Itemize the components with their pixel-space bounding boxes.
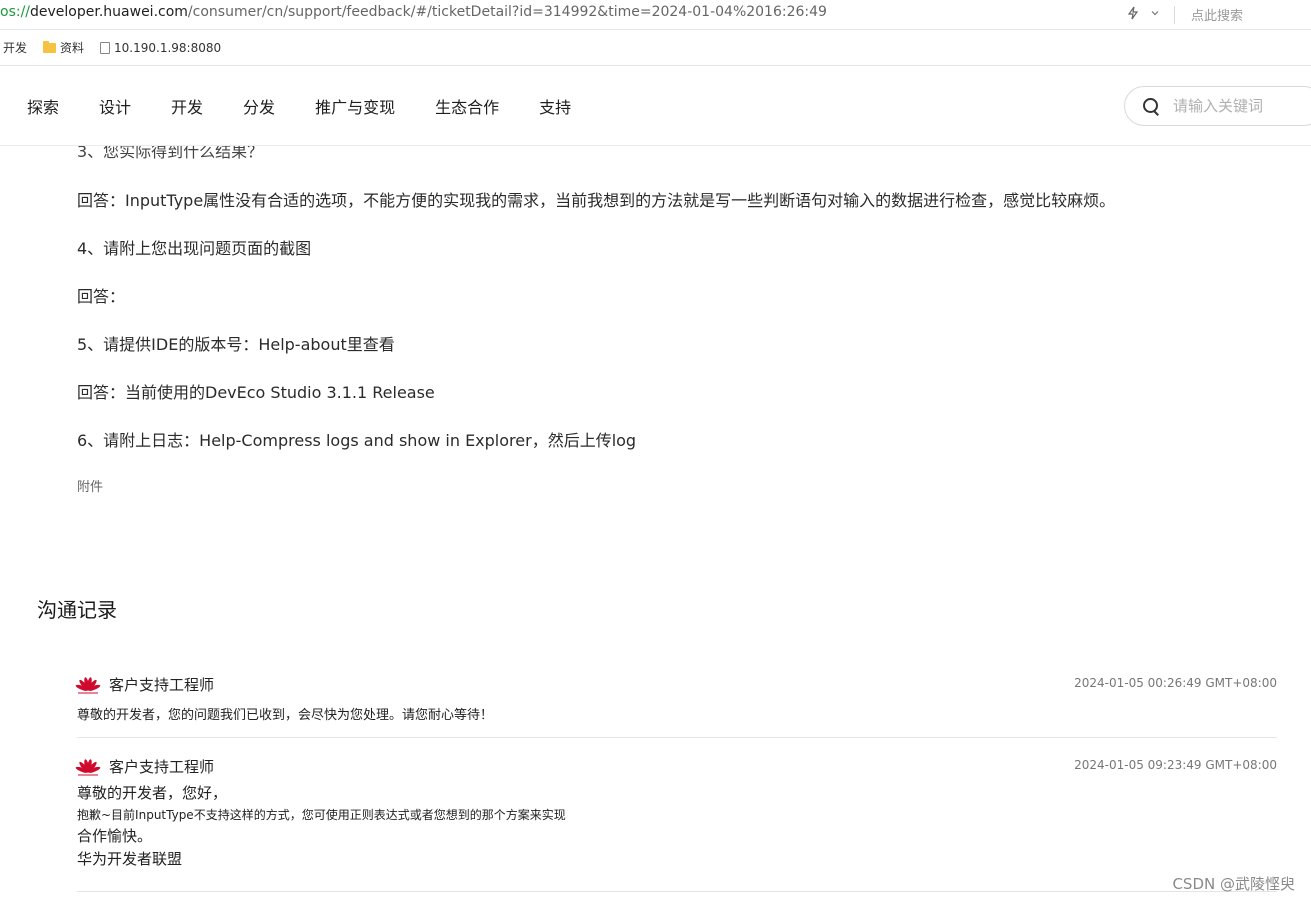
record-divider (77, 891, 1277, 892)
browser-url-bar[interactable]: os://developer.huawei.com/consumer/cn/su… (0, 0, 1311, 30)
record-message-line: 华为开发者联盟 (77, 850, 183, 868)
search-icon[interactable] (1143, 98, 1159, 114)
nav-item-ecosystem[interactable]: 生态合作 (435, 94, 499, 118)
communication-records-title: 沟通记录 (37, 598, 117, 622)
main-nav: 探索 设计 开发 分发 推广与变现 生态合作 支持 (27, 67, 611, 145)
search-input[interactable] (1173, 97, 1311, 115)
record-time: 2024-01-05 09:23:49 GMT+08:00 (1074, 758, 1277, 772)
question-3: 3、您实际得到什么结果？ (77, 146, 264, 161)
record-divider (77, 737, 1277, 738)
bookmark-ip[interactable]: 10.190.1.98:8080 (100, 41, 221, 55)
answer-5: 回答：当前使用的DevEco Studio 3.1.1 Release (77, 383, 435, 402)
url-path: /consumer/cn/support/feedback/#/ticketDe… (187, 4, 827, 20)
browser-search-label[interactable]: 点此搜索 (1191, 5, 1243, 24)
bookmark-ziliao[interactable]: 资料 (43, 39, 84, 56)
record-item: 客户支持工程师 2024-01-05 00:26:49 GMT+08:00 尊敬… (75, 672, 1277, 723)
chevron-down-icon[interactable] (1150, 7, 1160, 22)
lightning-icon[interactable] (1126, 6, 1140, 24)
question-4: 4、请附上您出现问题页面的截图 (77, 239, 312, 258)
url-bar-divider (1174, 5, 1175, 24)
answer-3: 回答：InputType属性没有合适的选项，不能方便的实现我的需求，当前我想到的… (77, 191, 1116, 210)
record-item: 客户支持工程师 2024-01-05 09:23:49 GMT+08:00 尊敬… (75, 754, 1277, 871)
bookmark-kaifa[interactable]: 开发 (3, 39, 27, 56)
record-message-line: 抱歉~目前InputType不支持这样的方式，您可使用正则表达式或者您想到的那个… (77, 808, 566, 822)
nav-item-distribute[interactable]: 分发 (243, 94, 275, 118)
record-message: 尊敬的开发者，您的问题我们已收到，会尽快为您处理。请您耐心等待！ (77, 708, 494, 723)
answer-4: 回答： (77, 287, 126, 306)
nav-item-develop[interactable]: 开发 (171, 94, 203, 118)
question-6: 6、请附上日志：Help-Compress logs and show in E… (77, 431, 637, 450)
url-scheme: os:// (0, 4, 31, 20)
folder-icon (43, 40, 57, 53)
bookmark-label: 10.190.1.98:8080 (114, 40, 222, 55)
ticket-content: 3、您实际得到什么结果？ 回答：InputType属性没有合适的选项，不能方便的… (0, 146, 1311, 902)
site-search-box[interactable] (1124, 86, 1311, 126)
bookmark-label: 开发 (3, 41, 28, 55)
record-message-line: 尊敬的开发者，您好， (77, 784, 228, 802)
nav-item-promote[interactable]: 推广与变现 (315, 94, 395, 118)
huawei-logo-icon (75, 674, 101, 694)
bookmark-label: 资料 (60, 41, 85, 55)
record-author: 客户支持工程师 (109, 757, 215, 776)
csdn-watermark: CSDN @武陵悭臾 (1172, 875, 1295, 893)
site-header: 探索 设计 开发 分发 推广与变现 生态合作 支持 (0, 67, 1311, 146)
question-5: 5、请提供IDE的版本号：Help-about里查看 (77, 335, 395, 354)
record-time: 2024-01-05 00:26:49 GMT+08:00 (1074, 676, 1277, 690)
bookmarks-bar: 开发 资料 10.190.1.98:8080 (0, 30, 1311, 66)
nav-item-explore[interactable]: 探索 (27, 94, 59, 118)
huawei-logo-icon (75, 756, 101, 776)
url-host: developer.huawei.com (30, 4, 188, 20)
record-author: 客户支持工程师 (109, 675, 215, 694)
attachment-label: 附件 (77, 480, 104, 495)
record-message-line: 合作愉快。 (77, 827, 153, 845)
nav-item-support[interactable]: 支持 (539, 94, 571, 118)
url-text[interactable]: os://developer.huawei.com/consumer/cn/su… (0, 4, 827, 20)
nav-item-design[interactable]: 设计 (99, 94, 131, 118)
page-icon (100, 41, 111, 54)
